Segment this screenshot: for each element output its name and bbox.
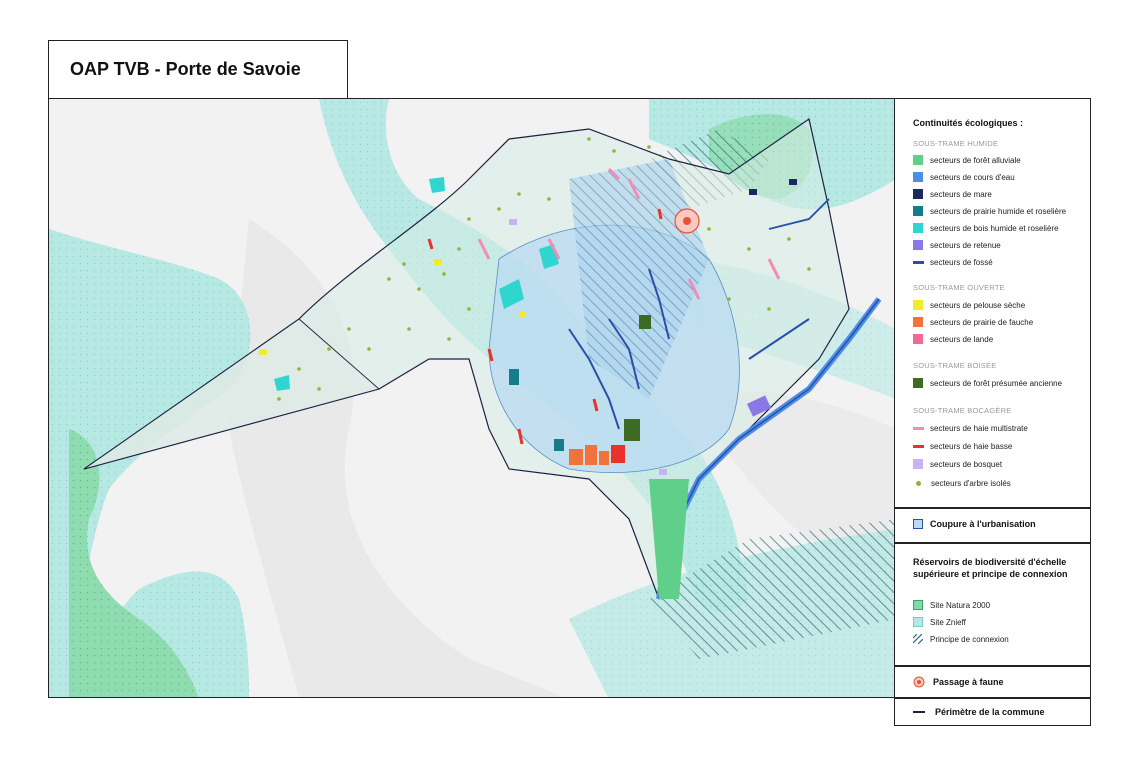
- legend-item-haie-basse: secteurs de haie basse: [913, 440, 1012, 452]
- swatch-icon: [913, 378, 923, 388]
- legend-item-passage: Passage à faune: [913, 676, 1004, 688]
- legend-item-pelouse-seche: secteurs de pelouse sèche: [913, 299, 1025, 311]
- legend-item-prairie-fauche: secteurs de prairie de fauche: [913, 316, 1033, 328]
- swatch-icon: [913, 240, 923, 250]
- legend-coupure-box: Coupure à l'urbanisation: [894, 508, 1091, 543]
- legend-reservoirs-box: Réservoirs de biodiversité d'échelle sup…: [894, 543, 1091, 666]
- legend-item-connexion: Principe de connexion: [913, 633, 1009, 645]
- swatch-icon: [913, 223, 923, 233]
- legend-item-arbre-isole: secteurs d'arbre isolés: [913, 477, 1011, 489]
- legend-continuites-title: Continuités écologiques :: [913, 118, 1024, 128]
- map-svg: [49, 99, 894, 697]
- legend-panel: Continuités écologiques : SOUS-TRAME HUM…: [894, 98, 1091, 698]
- line-icon: [913, 426, 924, 430]
- swatch-icon: [913, 300, 923, 310]
- legend-item-foret-alluviale: secteurs de forêt alluviale: [913, 154, 1021, 166]
- legend-item-prairie-humide: secteurs de prairie humide et roselière: [913, 205, 1066, 217]
- legend-item-lande: secteurs de lande: [913, 333, 993, 345]
- legend-subtitle-boisee: SOUS-TRAME BOISÉE: [913, 361, 997, 370]
- dot-icon: [916, 480, 921, 486]
- swatch-icon: [913, 519, 923, 529]
- map-title: OAP TVB - Porte de Savoie: [70, 59, 301, 79]
- line-icon: [913, 711, 925, 713]
- swatch-icon: [913, 617, 923, 627]
- swatch-icon: [913, 172, 923, 182]
- legend-subtitle-ouverte: SOUS-TRAME OUVERTE: [913, 283, 1005, 292]
- legend-perimetre-box: Périmètre de la commune: [894, 698, 1091, 726]
- legend-item-fosse: secteurs de fossé: [913, 256, 993, 268]
- swatch-icon: [913, 317, 923, 327]
- swatch-icon: [913, 459, 923, 469]
- legend-item-mare: secteurs de mare: [913, 188, 992, 200]
- legend-item-haie-multistrate: secteurs de haie multistrate: [913, 422, 1028, 434]
- legend-reservoirs-title: Réservoirs de biodiversité d'échelle sup…: [913, 557, 1068, 579]
- legend-item-coupure: Coupure à l'urbanisation: [913, 519, 1036, 529]
- swatch-icon: [913, 206, 923, 216]
- line-icon: [913, 444, 924, 448]
- swatch-icon: [913, 600, 923, 610]
- legend-item-bois-humide: secteurs de bois humide et roselière: [913, 222, 1059, 234]
- passage-faune-icon: [913, 676, 925, 688]
- map-canvas[interactable]: [48, 98, 895, 698]
- legend-item-cours-eau: secteurs de cours d'eau: [913, 171, 1015, 183]
- line-icon: [913, 260, 924, 264]
- legend-item-znieff: Site Znieff: [913, 616, 966, 628]
- legend-continuites-box: Continuités écologiques : SOUS-TRAME HUM…: [894, 98, 1091, 508]
- legend-item-bosquet: secteurs de bosquet: [913, 458, 1002, 470]
- hatch-icon: [913, 634, 923, 644]
- map-title-box: OAP TVB - Porte de Savoie: [48, 40, 348, 98]
- legend-passage-box: Passage à faune: [894, 666, 1091, 698]
- swatch-icon: [913, 189, 923, 199]
- legend-subtitle-humide: SOUS-TRAME HUMIDE: [913, 139, 999, 148]
- legend-item-natura: Site Natura 2000: [913, 599, 990, 611]
- legend-item-foret-ancienne: secteurs de forêt présumée ancienne: [913, 377, 1062, 389]
- swatch-icon: [913, 155, 923, 165]
- legend-item-retenue: secteurs de retenue: [913, 239, 1001, 251]
- legend-item-perimetre: Périmètre de la commune: [913, 707, 1045, 717]
- swatch-icon: [913, 334, 923, 344]
- legend-subtitle-bocagere: SOUS-TRAME BOCAGÈRE: [913, 406, 1012, 415]
